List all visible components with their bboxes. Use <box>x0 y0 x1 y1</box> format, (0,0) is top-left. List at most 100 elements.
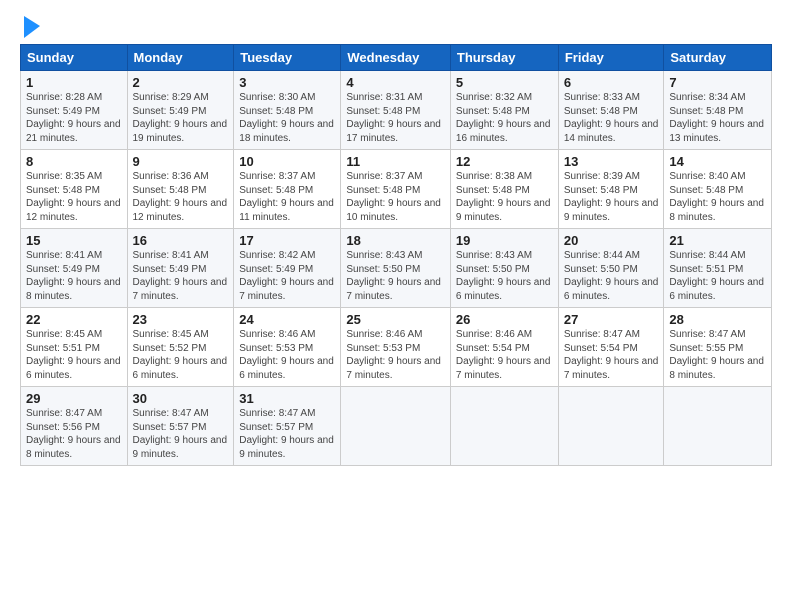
calendar-header-row: SundayMondayTuesdayWednesdayThursdayFrid… <box>21 45 772 71</box>
calendar-cell <box>558 387 664 466</box>
day-info: Sunrise: 8:46 AMSunset: 5:53 PMDaylight:… <box>346 328 445 382</box>
day-info: Sunrise: 8:40 AMSunset: 5:48 PMDaylight:… <box>669 170 766 224</box>
day-info: Sunrise: 8:43 AMSunset: 5:50 PMDaylight:… <box>456 249 553 303</box>
calendar-cell: 11Sunrise: 8:37 AMSunset: 5:48 PMDayligh… <box>341 150 451 229</box>
calendar-cell: 26Sunrise: 8:46 AMSunset: 5:54 PMDayligh… <box>450 308 558 387</box>
day-info: Sunrise: 8:47 AMSunset: 5:57 PMDaylight:… <box>239 407 335 461</box>
day-number: 17 <box>239 233 335 248</box>
calendar-header-friday: Friday <box>558 45 664 71</box>
calendar-cell: 25Sunrise: 8:46 AMSunset: 5:53 PMDayligh… <box>341 308 451 387</box>
calendar-cell: 12Sunrise: 8:38 AMSunset: 5:48 PMDayligh… <box>450 150 558 229</box>
calendar-week-row: 15Sunrise: 8:41 AMSunset: 5:49 PMDayligh… <box>21 229 772 308</box>
calendar-cell: 6Sunrise: 8:33 AMSunset: 5:48 PMDaylight… <box>558 71 664 150</box>
calendar-header-tuesday: Tuesday <box>234 45 341 71</box>
calendar-header-thursday: Thursday <box>450 45 558 71</box>
day-number: 31 <box>239 391 335 406</box>
day-number: 12 <box>456 154 553 169</box>
header <box>20 16 772 38</box>
calendar-cell: 17Sunrise: 8:42 AMSunset: 5:49 PMDayligh… <box>234 229 341 308</box>
calendar-header-sunday: Sunday <box>21 45 128 71</box>
day-number: 29 <box>26 391 122 406</box>
day-number: 18 <box>346 233 445 248</box>
calendar-cell <box>664 387 772 466</box>
day-info: Sunrise: 8:35 AMSunset: 5:48 PMDaylight:… <box>26 170 122 224</box>
day-number: 1 <box>26 75 122 90</box>
day-info: Sunrise: 8:32 AMSunset: 5:48 PMDaylight:… <box>456 91 553 145</box>
day-number: 27 <box>564 312 659 327</box>
day-info: Sunrise: 8:44 AMSunset: 5:51 PMDaylight:… <box>669 249 766 303</box>
day-number: 30 <box>133 391 229 406</box>
calendar-cell: 14Sunrise: 8:40 AMSunset: 5:48 PMDayligh… <box>664 150 772 229</box>
day-number: 24 <box>239 312 335 327</box>
calendar-cell <box>341 387 451 466</box>
day-number: 2 <box>133 75 229 90</box>
day-number: 3 <box>239 75 335 90</box>
calendar-cell: 9Sunrise: 8:36 AMSunset: 5:48 PMDaylight… <box>127 150 234 229</box>
calendar-week-row: 22Sunrise: 8:45 AMSunset: 5:51 PMDayligh… <box>21 308 772 387</box>
day-number: 11 <box>346 154 445 169</box>
calendar-cell: 30Sunrise: 8:47 AMSunset: 5:57 PMDayligh… <box>127 387 234 466</box>
calendar-cell: 10Sunrise: 8:37 AMSunset: 5:48 PMDayligh… <box>234 150 341 229</box>
logo-flag-icon <box>22 16 40 38</box>
calendar-cell: 15Sunrise: 8:41 AMSunset: 5:49 PMDayligh… <box>21 229 128 308</box>
day-number: 14 <box>669 154 766 169</box>
calendar-cell: 8Sunrise: 8:35 AMSunset: 5:48 PMDaylight… <box>21 150 128 229</box>
day-info: Sunrise: 8:44 AMSunset: 5:50 PMDaylight:… <box>564 249 659 303</box>
calendar-table: SundayMondayTuesdayWednesdayThursdayFrid… <box>20 44 772 466</box>
day-number: 20 <box>564 233 659 248</box>
calendar-cell: 29Sunrise: 8:47 AMSunset: 5:56 PMDayligh… <box>21 387 128 466</box>
day-number: 8 <box>26 154 122 169</box>
day-info: Sunrise: 8:37 AMSunset: 5:48 PMDaylight:… <box>346 170 445 224</box>
day-number: 23 <box>133 312 229 327</box>
day-info: Sunrise: 8:37 AMSunset: 5:48 PMDaylight:… <box>239 170 335 224</box>
calendar-cell: 1Sunrise: 8:28 AMSunset: 5:49 PMDaylight… <box>21 71 128 150</box>
day-number: 4 <box>346 75 445 90</box>
day-info: Sunrise: 8:28 AMSunset: 5:49 PMDaylight:… <box>26 91 122 145</box>
page: SundayMondayTuesdayWednesdayThursdayFrid… <box>0 0 792 476</box>
calendar-week-row: 8Sunrise: 8:35 AMSunset: 5:48 PMDaylight… <box>21 150 772 229</box>
calendar-cell: 4Sunrise: 8:31 AMSunset: 5:48 PMDaylight… <box>341 71 451 150</box>
day-info: Sunrise: 8:47 AMSunset: 5:57 PMDaylight:… <box>133 407 229 461</box>
day-info: Sunrise: 8:46 AMSunset: 5:53 PMDaylight:… <box>239 328 335 382</box>
day-number: 21 <box>669 233 766 248</box>
day-number: 10 <box>239 154 335 169</box>
day-number: 6 <box>564 75 659 90</box>
day-info: Sunrise: 8:41 AMSunset: 5:49 PMDaylight:… <box>133 249 229 303</box>
day-info: Sunrise: 8:33 AMSunset: 5:48 PMDaylight:… <box>564 91 659 145</box>
calendar-cell: 28Sunrise: 8:47 AMSunset: 5:55 PMDayligh… <box>664 308 772 387</box>
calendar-cell <box>450 387 558 466</box>
calendar-cell: 31Sunrise: 8:47 AMSunset: 5:57 PMDayligh… <box>234 387 341 466</box>
calendar-cell: 3Sunrise: 8:30 AMSunset: 5:48 PMDaylight… <box>234 71 341 150</box>
calendar-cell: 5Sunrise: 8:32 AMSunset: 5:48 PMDaylight… <box>450 71 558 150</box>
calendar-week-row: 1Sunrise: 8:28 AMSunset: 5:49 PMDaylight… <box>21 71 772 150</box>
day-number: 28 <box>669 312 766 327</box>
calendar-cell: 22Sunrise: 8:45 AMSunset: 5:51 PMDayligh… <box>21 308 128 387</box>
calendar-cell: 7Sunrise: 8:34 AMSunset: 5:48 PMDaylight… <box>664 71 772 150</box>
day-info: Sunrise: 8:45 AMSunset: 5:52 PMDaylight:… <box>133 328 229 382</box>
day-info: Sunrise: 8:47 AMSunset: 5:55 PMDaylight:… <box>669 328 766 382</box>
day-number: 26 <box>456 312 553 327</box>
day-info: Sunrise: 8:31 AMSunset: 5:48 PMDaylight:… <box>346 91 445 145</box>
calendar-header-saturday: Saturday <box>664 45 772 71</box>
day-info: Sunrise: 8:43 AMSunset: 5:50 PMDaylight:… <box>346 249 445 303</box>
day-info: Sunrise: 8:41 AMSunset: 5:49 PMDaylight:… <box>26 249 122 303</box>
logo <box>20 16 40 38</box>
day-info: Sunrise: 8:36 AMSunset: 5:48 PMDaylight:… <box>133 170 229 224</box>
day-info: Sunrise: 8:30 AMSunset: 5:48 PMDaylight:… <box>239 91 335 145</box>
calendar-cell: 18Sunrise: 8:43 AMSunset: 5:50 PMDayligh… <box>341 229 451 308</box>
day-number: 19 <box>456 233 553 248</box>
day-number: 5 <box>456 75 553 90</box>
day-info: Sunrise: 8:38 AMSunset: 5:48 PMDaylight:… <box>456 170 553 224</box>
calendar-week-row: 29Sunrise: 8:47 AMSunset: 5:56 PMDayligh… <box>21 387 772 466</box>
calendar-cell: 20Sunrise: 8:44 AMSunset: 5:50 PMDayligh… <box>558 229 664 308</box>
day-number: 13 <box>564 154 659 169</box>
day-info: Sunrise: 8:39 AMSunset: 5:48 PMDaylight:… <box>564 170 659 224</box>
day-number: 15 <box>26 233 122 248</box>
calendar-cell: 27Sunrise: 8:47 AMSunset: 5:54 PMDayligh… <box>558 308 664 387</box>
calendar-cell: 13Sunrise: 8:39 AMSunset: 5:48 PMDayligh… <box>558 150 664 229</box>
calendar-header-monday: Monday <box>127 45 234 71</box>
calendar-cell: 2Sunrise: 8:29 AMSunset: 5:49 PMDaylight… <box>127 71 234 150</box>
day-info: Sunrise: 8:45 AMSunset: 5:51 PMDaylight:… <box>26 328 122 382</box>
day-number: 25 <box>346 312 445 327</box>
day-info: Sunrise: 8:46 AMSunset: 5:54 PMDaylight:… <box>456 328 553 382</box>
